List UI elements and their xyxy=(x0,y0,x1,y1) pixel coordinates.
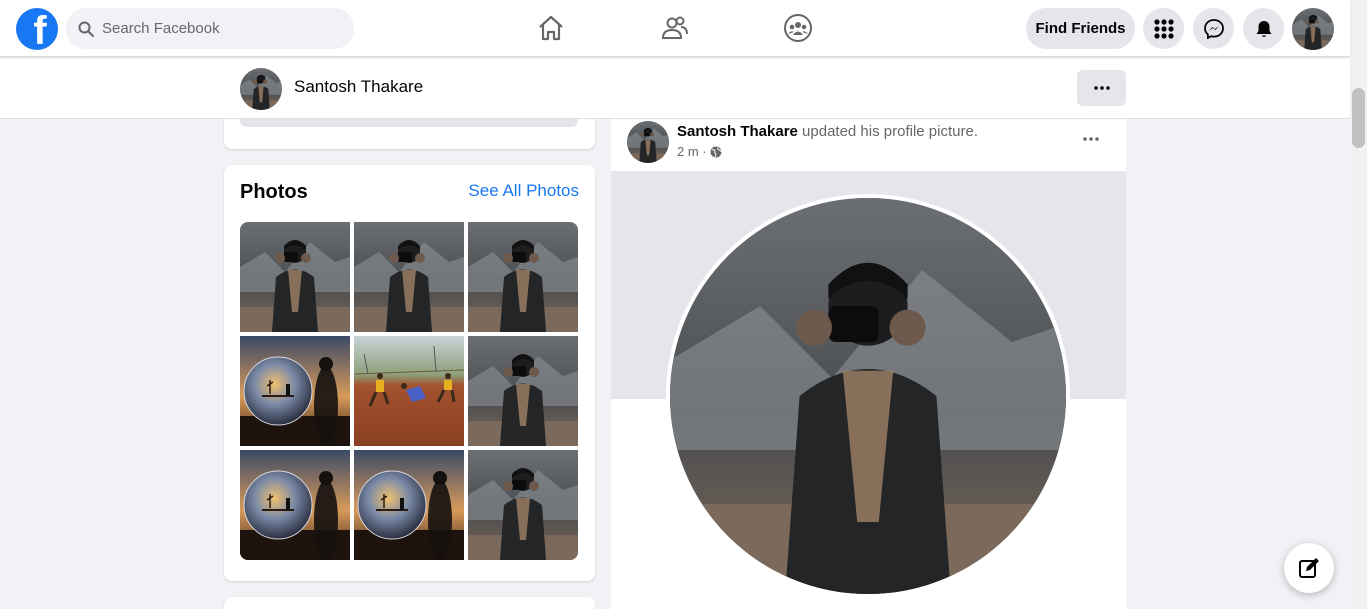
photos-title: Photos xyxy=(240,181,308,203)
compose-icon xyxy=(1299,558,1319,578)
notifications-icon[interactable] xyxy=(1243,8,1284,49)
photo-thumbnail[interactable] xyxy=(468,336,578,446)
find-friends-button[interactable]: Find Friends xyxy=(1026,8,1135,49)
home-icon[interactable] xyxy=(535,12,567,44)
post-more-button[interactable] xyxy=(1075,125,1107,153)
photos-card: Photos See All Photos xyxy=(224,165,595,581)
photo-thumbnail[interactable] xyxy=(468,450,578,560)
profile-header-bar: Santosh Thakare xyxy=(0,58,1350,119)
photo-thumbnail[interactable] xyxy=(240,336,350,446)
previous-card xyxy=(224,119,595,149)
messenger-icon[interactable] xyxy=(1193,8,1234,49)
post-card: Santosh Thakare updated his profile pict… xyxy=(611,119,1126,609)
photo-thumbnail[interactable] xyxy=(240,450,350,560)
post-header-text: Santosh Thakare updated his profile pict… xyxy=(677,123,978,140)
groups-icon[interactable] xyxy=(782,12,814,44)
photo-thumbnail[interactable] xyxy=(354,336,464,446)
menu-grid-icon[interactable] xyxy=(1143,8,1184,49)
see-all-photos-link[interactable]: See All Photos xyxy=(468,181,579,201)
top-navigation-bar: f Find Friends xyxy=(0,0,1350,57)
post-profile-picture[interactable] xyxy=(666,194,1070,598)
photo-thumbnail[interactable] xyxy=(240,222,350,332)
more-horizontal-icon xyxy=(1083,137,1099,141)
photo-thumbnail[interactable] xyxy=(468,222,578,332)
photos-grid xyxy=(240,222,578,560)
account-avatar[interactable] xyxy=(1292,8,1334,50)
profile-name[interactable]: Santosh Thakare xyxy=(294,77,423,97)
profile-more-button[interactable] xyxy=(1077,70,1126,106)
friends-icon[interactable] xyxy=(659,12,691,44)
next-card xyxy=(224,597,595,609)
photo-thumbnail[interactable] xyxy=(354,222,464,332)
post-author-avatar[interactable] xyxy=(627,121,669,163)
new-message-button[interactable] xyxy=(1284,543,1334,593)
facebook-logo[interactable]: f xyxy=(16,8,58,50)
post-author-name[interactable]: Santosh Thakare xyxy=(677,123,798,140)
search-input[interactable] xyxy=(102,20,342,37)
more-horizontal-icon xyxy=(1093,86,1110,90)
post-meta: 2 m · xyxy=(677,144,722,159)
globe-icon xyxy=(710,146,722,157)
profile-avatar[interactable] xyxy=(240,68,282,110)
search-box[interactable] xyxy=(66,8,354,49)
scrollbar-thumb[interactable] xyxy=(1352,88,1365,148)
photo-thumbnail[interactable] xyxy=(354,450,464,560)
post-timestamp[interactable]: 2 m · xyxy=(677,144,707,159)
card-divider xyxy=(240,119,578,127)
post-action-text: updated his profile picture. xyxy=(802,123,978,140)
search-icon xyxy=(78,21,94,37)
